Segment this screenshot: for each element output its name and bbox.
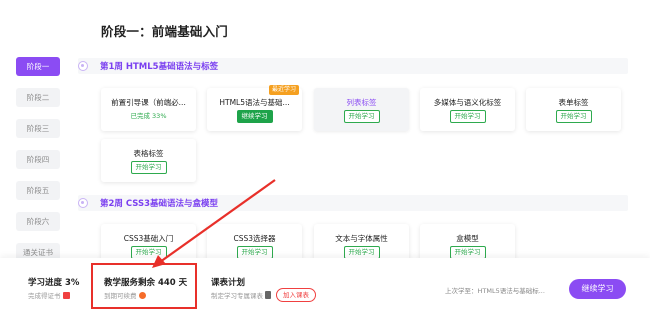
annotation-arrow-icon	[152, 179, 276, 268]
